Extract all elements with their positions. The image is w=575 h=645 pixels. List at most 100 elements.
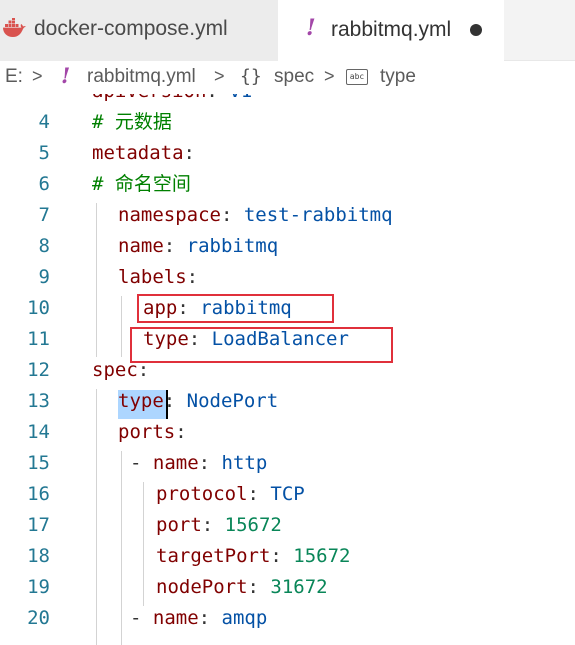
code-line[interactable]: 8 name: rabbitmq [0,231,575,262]
yaml-icon: ! [306,15,316,41]
code-line[interactable]: 19 nodePort: 31672 [0,572,575,603]
yaml-separator: : [206,94,229,102]
yaml-list-dash: - [130,452,153,474]
yaml-value: LoadBalancer [211,328,349,350]
code-line[interactable]: 11 type: LoadBalancer [0,324,575,355]
yaml-key: app [143,297,178,319]
code-text: nodePort: 31672 [156,572,328,603]
code-line[interactable]: 7 namespace: test-rabbitmq [0,200,575,231]
yaml-key: apiVersion [92,94,206,102]
code-line[interactable]: 18 targetPort: 15672 [0,541,575,572]
line-number: 11 [27,328,50,350]
yaml-separator: : [183,142,195,164]
tab-label: rabbitmq.yml [331,18,452,41]
code-line[interactable]: 4 # 元数据 [0,107,575,138]
breadcrumb-spec[interactable]: spec [274,66,314,88]
breadcrumb-drive[interactable]: E: [5,66,23,88]
code-editor[interactable]: apiVersion: v1 4 # 元数据 5 metadata: 6 # 命名空间 7 n… [0,94,575,645]
yaml-key: labels [118,266,187,288]
line-number: 19 [27,576,50,598]
unsaved-dot-icon[interactable] [470,24,482,36]
line-number: 9 [38,266,50,288]
yaml-value: NodePort [186,390,279,412]
yaml-value: http [221,452,268,474]
yaml-separator: : [201,514,225,536]
code-text: app: rabbitmq [143,293,292,324]
yaml-number: 15672 [224,514,282,536]
code-line[interactable]: 5 metadata: [0,138,575,169]
code-text: name: rabbitmq [118,231,278,262]
line-number: 7 [38,204,50,226]
line-number: 6 [38,173,50,195]
yaml-key: targetPort [156,545,271,567]
yaml-value: amqp [221,607,268,629]
line-number: 12 [27,359,50,381]
tab-label: docker-compose.yml [34,17,228,40]
breadcrumb-type[interactable]: type [380,66,416,88]
yaml-list-dash: - [130,607,153,629]
code-text: type: NodePort [118,386,278,417]
chevron-right-icon: > [32,66,43,86]
code-text: spec: [92,355,149,386]
docker-icon [3,18,26,37]
yaml-number: 31672 [270,576,328,598]
breadcrumb-file[interactable]: rabbitmq.yml [87,66,196,88]
code-line[interactable]: 20 - name: amqp [0,603,575,634]
editor-tab-bar: docker-compose.yml ! rabbitmq.yml [0,0,575,61]
yaml-key: spec [92,359,138,381]
yaml-key: type [118,390,164,412]
yaml-value: rabbitmq [186,235,279,257]
code-text: ports: [118,417,187,448]
yaml-separator: : [198,607,222,629]
line-number: 8 [38,235,50,257]
chevron-right-icon: > [214,66,225,86]
yaml-separator: : [270,545,294,567]
code-text: metadata: [92,138,195,169]
code-line[interactable]: 17 port: 15672 [0,510,575,541]
code-line[interactable]: 15 - name: http [0,448,575,479]
clipped-code-line: apiVersion: v1 [92,94,252,107]
yaml-key: type [143,328,189,350]
line-number: 14 [27,421,50,443]
yaml-key: name [152,452,199,474]
object-icon: {} [240,66,262,87]
code-line[interactable]: 13 type: NodePort [0,386,575,417]
yaml-separator: : [220,204,244,226]
yaml-key: metadata [92,142,184,164]
tab-docker-compose[interactable]: docker-compose.yml [0,0,278,61]
code-text: port: 15672 [156,510,282,541]
code-line[interactable]: 6 # 命名空间 [0,169,575,200]
yaml-key: port [156,514,202,536]
yaml-key: ports [118,421,176,443]
code-text: - name: http [130,448,267,479]
code-line[interactable]: 16 protocol: TCP [0,479,575,510]
tab-rabbitmq[interactable]: ! rabbitmq.yml [278,0,504,61]
chevron-right-icon: > [324,66,335,86]
code-line[interactable]: 10 app: rabbitmq [0,293,575,324]
line-number: 17 [27,514,50,536]
breadcrumb: E: > ! rabbitmq.yml > {} spec > abc type [0,61,575,94]
yaml-separator: : [188,328,212,350]
line-number: 5 [38,142,50,164]
code-line[interactable]: 9 labels: [0,262,575,293]
yaml-separator: : [163,390,187,412]
code-text: type: LoadBalancer [143,324,349,355]
yaml-key: namespace [118,204,221,226]
yaml-key: name [118,235,164,257]
yaml-separator: : [247,576,271,598]
line-number: 10 [27,297,50,319]
yaml-value: TCP [270,483,305,505]
code-text: - name: amqp [130,603,267,634]
code-line[interactable]: 12 spec: [0,355,575,386]
yaml-separator: : [198,452,222,474]
yaml-separator: : [137,359,150,381]
line-number: 15 [27,452,50,474]
yaml-icon: ! [61,63,71,88]
line-number: 18 [27,545,50,567]
line-number: 16 [27,483,50,505]
code-line[interactable]: 14 ports: [0,417,575,448]
yaml-separator: : [175,421,187,443]
yaml-separator: : [186,266,199,288]
yaml-comment: # 元数据 [92,111,172,133]
code-text: labels: [118,262,198,293]
